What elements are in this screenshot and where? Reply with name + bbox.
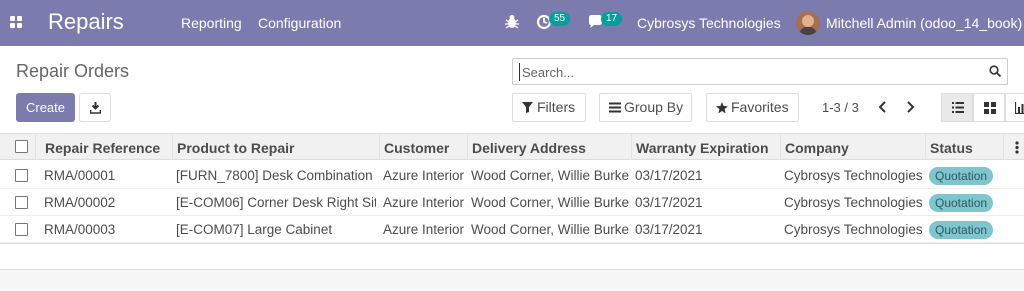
filters-button[interactable]: Filters [512,93,586,122]
bug-icon[interactable] [505,14,519,30]
row-checkbox[interactable] [15,223,28,236]
column-header-status[interactable]: Status [930,140,973,156]
customer: Azure Interior [383,195,465,210]
table-row[interactable]: RMA/00001 [FURN_7800] Desk Combination A… [0,162,1024,189]
group-by-button[interactable]: Group By [599,93,692,122]
create-button[interactable]: Create [16,93,75,122]
favorites-button[interactable]: Favorites [706,93,799,122]
column-header-product[interactable]: Product to Repair [177,140,294,156]
menu-configuration[interactable]: Configuration [258,15,341,31]
search-input[interactable] [519,63,979,81]
download-icon [90,102,101,114]
column-separator [379,134,380,160]
table-row[interactable]: RMA/00002 [E-COM06] Corner Desk Right Si… [0,189,1024,216]
app-title[interactable]: Repairs [48,9,124,35]
company: Cybrosys Technologies [784,195,923,210]
list-view-button[interactable] [941,93,973,122]
row-checkbox[interactable] [15,169,28,182]
table-footer [0,243,1024,270]
search-bar [512,58,1008,85]
customer: Azure Interior [383,222,465,237]
delivery-address: Wood Corner, Willie Burke [471,195,629,210]
column-header-company[interactable]: Company [785,140,849,156]
page-bottom [0,270,1024,291]
table-header: Repair Reference Product to Repair Custo… [0,133,1024,160]
status-badge: Quotation [929,194,994,212]
company: Cybrosys Technologies [784,222,923,237]
pager-value[interactable]: 1-3 / 3 [822,100,859,115]
product-to-repair: [E-COM07] Large Cabinet [176,222,333,237]
select-all-checkbox[interactable] [15,140,28,153]
apps-icon[interactable] [10,16,23,29]
column-separator [1003,134,1004,160]
chevron-right-icon[interactable] [903,100,917,114]
column-header-delivery-address[interactable]: Delivery Address [472,140,586,156]
column-separator [631,134,632,160]
repair-reference: RMA/00003 [44,222,116,237]
column-header-repair-reference[interactable]: Repair Reference [45,140,160,156]
column-separator [467,134,468,160]
breadcrumb: Repair Orders [16,61,130,81]
graph-view-button[interactable] [1005,93,1024,122]
top-navbar: Repairs Reporting Configuration 55 17 Cy… [0,0,1024,46]
delivery-address: Wood Corner, Willie Burke [471,222,629,237]
activity-count-badge: 55 [549,12,571,26]
repair-reference: RMA/00001 [44,168,116,183]
star-icon [716,102,728,114]
table-row[interactable]: RMA/00003 [E-COM07] Large Cabinet Azure … [0,216,1024,243]
column-separator [780,134,781,160]
warranty-expiration: 03/17/2021 [635,195,703,210]
product-to-repair: [FURN_7800] Desk Combination [176,168,373,183]
group-by-icon [609,102,621,113]
company-switcher[interactable]: Cybrosys Technologies [637,15,781,31]
warranty-expiration: 03/17/2021 [635,168,703,183]
download-button[interactable] [79,93,111,122]
graph-view-icon [1015,102,1024,114]
list-view-icon [952,102,964,113]
menu-reporting[interactable]: Reporting [181,15,242,31]
search-icon[interactable] [989,65,1001,77]
filters-label: Filters [537,99,576,115]
favorites-label: Favorites [731,99,789,115]
product-to-repair: [E-COM06] Corner Desk Right Sit [176,195,376,210]
column-separator [35,134,36,160]
chevron-left-icon[interactable] [876,100,890,114]
column-separator [925,134,926,160]
warranty-expiration: 03/17/2021 [635,222,703,237]
company: Cybrosys Technologies [784,168,923,183]
status-badge: Quotation [929,221,994,239]
status-badge: Quotation [929,167,994,185]
message-count-badge: 17 [601,12,623,26]
delivery-address: Wood Corner, Willie Burke [471,168,629,183]
column-options-icon[interactable] [1015,141,1019,154]
column-header-customer[interactable]: Customer [384,140,449,156]
kanban-view-button[interactable] [973,93,1005,122]
column-separator [172,134,173,160]
group-by-label: Group By [624,99,684,115]
filter-icon [522,102,533,113]
avatar[interactable] [796,11,820,35]
customer: Azure Interior [383,168,465,183]
user-menu[interactable]: Mitchell Admin (odoo_14_book) [826,15,1022,31]
kanban-view-icon [984,102,996,114]
column-header-warranty-expiration[interactable]: Warranty Expiration [636,140,769,156]
row-checkbox[interactable] [15,196,28,209]
repair-reference: RMA/00002 [44,195,116,210]
